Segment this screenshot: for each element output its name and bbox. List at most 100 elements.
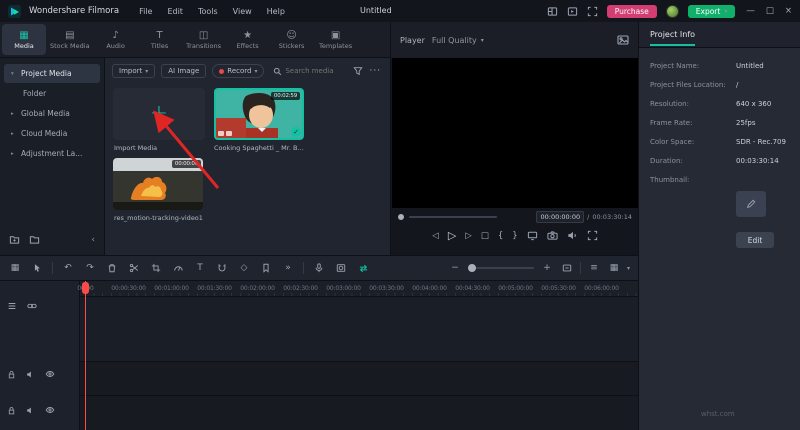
sidebar-item-adjustment-layer[interactable]: ▸ Adjustment La... [4,144,100,163]
import-media-tile[interactable]: + [113,88,205,140]
auto-ripple-icon[interactable] [356,261,370,275]
tab-stock-media[interactable]: ▤ Stock Media [46,24,94,55]
timeline-ruler[interactable]: 00:0000:00:30:0000:01:00:0000:01:30:0000… [77,281,638,297]
speed-icon[interactable] [171,261,185,275]
eye-icon[interactable] [45,369,55,379]
eye-icon[interactable] [45,405,55,415]
timeline-view-icon[interactable]: ▦ [607,261,621,275]
media-item-cooking-spaghetti[interactable]: 00:02:59 ✓ [214,88,304,140]
pencil-icon [746,199,756,209]
mute-icon[interactable] [26,405,35,415]
undo-icon[interactable]: ↶ [61,261,75,275]
media-item-label: Import Media [114,144,158,152]
tab-effects[interactable]: ★ Effects [226,24,270,55]
manage-tracks-icon[interactable] [7,301,17,311]
ruler-labels: 00:0000:00:30:0000:01:00:0000:01:30:0000… [77,285,619,292]
playhead-handle[interactable] [82,282,89,294]
fullscreen-icon[interactable] [587,230,598,241]
zoom-out-icon[interactable]: − [448,261,462,275]
lock-icon[interactable] [7,369,16,379]
play-button[interactable]: ▷ [448,229,456,242]
screenshot-icon[interactable] [587,6,598,17]
field-label: Color Space: [650,137,695,146]
tab-templates[interactable]: ▣ Templates [314,24,358,55]
player-header: Player Full Quality ▾ [390,22,638,58]
select-tool-icon[interactable] [30,261,44,275]
video-preview[interactable] [392,58,638,208]
import-button[interactable]: Import ▾ [112,64,156,78]
lock-icon[interactable] [7,405,16,415]
user-avatar[interactable] [665,4,679,18]
previous-frame-button[interactable]: ◁ [432,231,439,241]
chevron-down-icon[interactable]: ▾ [627,265,630,272]
collapse-sidebar-button[interactable]: ‹ [91,235,95,245]
tab-transitions[interactable]: ◫ Transitions [182,24,226,55]
menu-tools[interactable]: Tools [198,7,218,16]
mute-icon[interactable] [26,369,35,379]
menu-help[interactable]: Help [267,7,285,16]
menu-file[interactable]: File [139,7,152,16]
keyframe-icon[interactable]: ◇ [237,261,251,275]
split-icon[interactable] [127,261,141,275]
filter-icon[interactable] [353,66,364,76]
purchase-button[interactable]: Purchase [606,4,657,18]
zoom-slider-handle[interactable] [467,264,476,272]
display-mode-icon[interactable] [527,230,538,241]
render-icon[interactable] [567,6,578,17]
zoom-slider[interactable] [467,264,534,272]
crop-icon[interactable] [149,261,163,275]
scrub-handle[interactable] [398,214,404,220]
minimize-button[interactable]: — [746,6,755,16]
link-icon[interactable] [27,301,37,311]
project-info-title[interactable]: Project Info [650,24,696,46]
close-button[interactable]: × [785,6,792,16]
menu-view[interactable]: View [233,7,252,16]
zoom-in-icon[interactable]: + [540,261,554,275]
maximize-button[interactable]: □ [766,6,774,16]
redo-icon[interactable]: ↷ [83,261,97,275]
delete-icon[interactable] [105,261,119,275]
overflow-chevrons-icon[interactable]: » [281,261,295,275]
snapshot-camera-icon[interactable] [547,230,558,241]
more-options-icon[interactable]: ··· [369,66,381,76]
media-item-motion-tracking[interactable]: 00:00:06 [113,158,203,210]
tab-media[interactable]: ▦ Media [2,24,46,55]
marker-icon[interactable] [259,261,273,275]
mask-icon[interactable] [334,261,348,275]
edit-button[interactable]: Edit [736,232,774,248]
voiceover-icon[interactable] [312,261,326,275]
delete-folder-icon[interactable] [29,234,40,245]
quality-dropdown[interactable]: Full Quality ▾ [432,36,484,45]
menu-edit[interactable]: Edit [167,7,183,16]
sidebar-item-global-media[interactable]: ▸ Global Media [4,104,100,123]
media-browser-icon[interactable]: ▦ [8,261,22,275]
sidebar-item-cloud-media[interactable]: ▸ Cloud Media [4,124,100,143]
export-button[interactable]: Export ▾ [687,4,736,18]
playhead-line[interactable] [85,281,86,430]
scrub-track[interactable] [409,216,497,218]
stop-button[interactable]: □ [481,231,489,241]
timeline-track-audio1[interactable] [80,362,638,395]
tab-titles[interactable]: T Titles [138,24,182,55]
thumbnail-edit-button[interactable] [736,191,766,217]
timeline-track-audio2[interactable] [80,396,638,430]
timeline-track-video1[interactable] [80,297,638,361]
mark-out-button[interactable]: } [512,231,517,241]
sidebar-item-project-media[interactable]: ▾ Project Media [4,64,100,83]
layout-icon[interactable] [547,6,558,17]
sidebar-item-folder[interactable]: Folder [4,84,100,103]
magnet-icon[interactable] [215,261,229,275]
tab-stickers[interactable]: ☺ Stickers [270,24,314,55]
preview-image-icon[interactable] [617,34,629,46]
next-frame-button[interactable]: ▷ [465,231,472,241]
search-input[interactable] [285,67,348,75]
record-button[interactable]: Record ▾ [212,64,265,78]
mark-in-button[interactable]: { [498,231,503,241]
ai-image-button[interactable]: AI Image [161,64,207,78]
zoom-fit-icon[interactable] [560,261,574,275]
new-folder-icon[interactable] [9,234,20,245]
track-manage-icon[interactable]: ≡ [587,261,601,275]
speaker-icon[interactable] [567,230,578,241]
tab-audio[interactable]: ♪ Audio [94,24,138,55]
text-tool-icon[interactable]: T [193,261,207,275]
